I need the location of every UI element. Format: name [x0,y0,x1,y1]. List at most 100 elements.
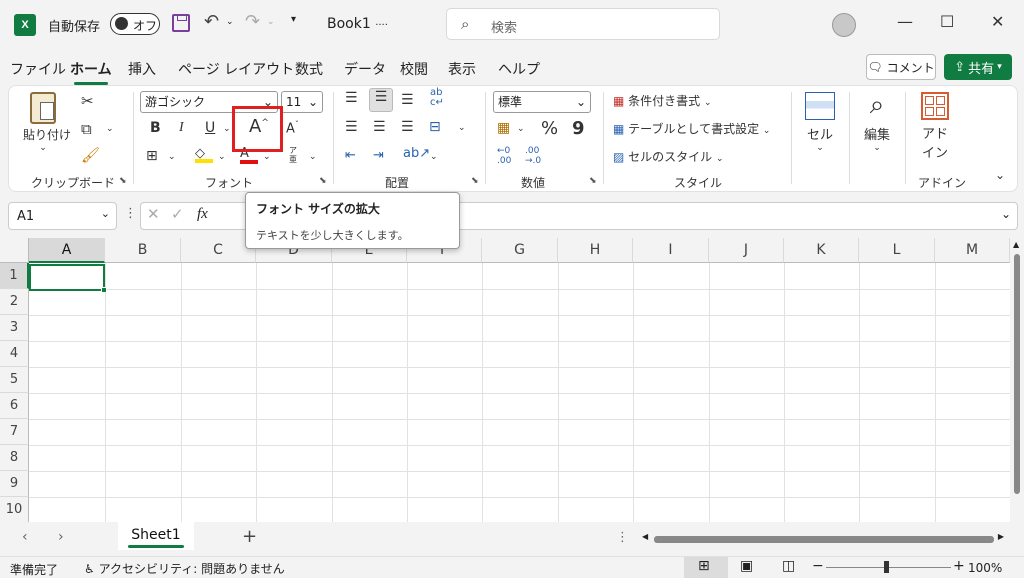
tab-file[interactable]: ファイル [10,59,66,79]
orientation-icon[interactable]: ab↗ [403,146,430,161]
undo-icon[interactable]: ↶ [204,11,219,32]
column-header[interactable]: A [29,238,105,263]
tab-insert[interactable]: 挿入 [128,59,156,79]
more-options-icon[interactable]: ⋮ [616,530,629,545]
underline-dropdown-icon[interactable]: ⌄ [223,124,231,134]
zoom-out-icon[interactable]: − [812,558,824,574]
more-options-icon[interactable]: ⋮ [124,206,137,221]
minimize-button[interactable]: — [897,12,913,31]
column-header[interactable]: M [935,238,1010,263]
alignment-launcher-icon[interactable]: ⬊ [471,176,479,186]
font-size-select[interactable]: 11 ⌄ [281,91,323,113]
tab-view[interactable]: 表示 [448,59,476,79]
paste-button[interactable]: 貼り付け ⌄ [23,92,71,153]
align-middle-icon[interactable]: ☰ [369,88,393,112]
decrease-decimal-icon[interactable]: .00 →.0 [525,146,541,166]
cell-styles-button[interactable]: ▨ セルのスタイル ⌄ [613,148,724,165]
normal-view-button[interactable]: ⊞ [684,557,728,578]
orientation-dropdown-icon[interactable]: ⌄ [430,152,438,162]
percent-button[interactable]: % [541,118,558,139]
vertical-scrollbar[interactable]: ▲ [1010,238,1024,522]
undo-dropdown-icon[interactable]: ⌄ [226,17,234,27]
enter-icon[interactable]: ✓ [171,205,184,223]
page-layout-view-icon[interactable]: ▣ [740,558,753,574]
tab-home[interactable]: ホーム [70,59,112,85]
clipboard-launcher-icon[interactable]: ⬊ [119,176,127,186]
column-header[interactable]: K [784,238,859,263]
align-bottom-icon[interactable]: ☰ [401,92,414,108]
customize-qat-icon[interactable]: ▾ [291,14,296,25]
phonetic-dropdown-icon[interactable]: ⌄ [309,152,317,162]
borders-icon[interactable]: ⊞ [146,148,158,164]
currency-dropdown-icon[interactable]: ⌄ [517,124,525,134]
column-header[interactable]: L [859,238,935,263]
autosave-toggle[interactable]: オフ [110,13,160,35]
scroll-left-icon[interactable]: ◀ [642,532,648,541]
row-header[interactable]: 7 [0,419,29,445]
row-header[interactable]: 10 [0,497,29,522]
row-header[interactable]: 2 [0,289,29,315]
zoom-in-icon[interactable]: + [953,558,965,574]
comments-button[interactable]: 🗨 コメント [866,54,936,80]
align-right-icon[interactable]: ☰ [401,119,414,135]
user-avatar[interactable] [832,13,856,37]
editing-button[interactable]: ⌕ 編集 ⌄ [859,90,895,153]
tab-review[interactable]: 校閲 [400,59,428,79]
select-all-corner[interactable] [0,238,29,263]
align-left-icon[interactable]: ☰ [345,119,358,135]
bold-button[interactable]: B [150,120,161,136]
fill-handle[interactable] [101,287,107,293]
cancel-icon[interactable]: ✕ [147,205,160,223]
font-launcher-icon[interactable]: ⬊ [319,176,327,186]
search-box[interactable]: ⌕ 検索 [446,8,720,40]
borders-dropdown-icon[interactable]: ⌄ [168,152,176,162]
decrease-indent-icon[interactable]: ⇤ [345,148,356,163]
cut-icon[interactable]: ✂ [81,92,94,110]
tab-help[interactable]: ヘルプ [498,59,540,79]
row-header[interactable]: 9 [0,471,29,497]
next-sheet-icon[interactable]: › [58,529,64,545]
format-painter-icon[interactable]: 🖌 [81,146,100,164]
font-color-dropdown-icon[interactable]: ⌄ [263,152,271,162]
tab-page-layout[interactable]: ページ レイアウト [178,59,294,79]
maximize-button[interactable]: ☐ [940,12,954,31]
horizontal-scrollbar[interactable]: ◀ ▶ [640,532,1006,546]
decrease-font-size-button[interactable]: Aˇ [286,120,299,136]
row-header[interactable]: 5 [0,367,29,393]
cells-button[interactable]: セル ⌄ [801,92,839,153]
increase-decimal-icon[interactable]: ←0.00 [497,146,511,166]
column-header[interactable]: H [558,238,633,263]
prev-sheet-icon[interactable]: ‹ [22,529,28,545]
merge-dropdown-icon[interactable]: ⌄ [458,123,466,133]
align-center-icon[interactable]: ☰ [373,119,386,135]
scroll-up-icon[interactable]: ▲ [1013,240,1019,249]
column-header[interactable]: J [709,238,784,263]
function-icon[interactable]: fx [197,206,208,223]
fill-color-icon[interactable]: ◇ [195,146,213,163]
copy-icon[interactable]: ⧉ [81,120,92,138]
close-button[interactable]: ✕ [991,12,1004,31]
phonetic-guide-icon[interactable]: ア亜 [289,146,297,164]
column-header[interactable]: I [633,238,709,263]
comma-style-button[interactable]: 9 [572,118,585,139]
zoom-slider-thumb[interactable] [884,561,889,573]
row-header[interactable]: 1 [0,263,29,289]
number-launcher-icon[interactable]: ⬊ [589,176,597,186]
copy-dropdown-icon[interactable]: ⌄ [106,124,114,134]
addins-button[interactable]: アド イン [915,92,955,161]
number-format-select[interactable]: 標準 ⌄ [493,91,591,113]
tab-data[interactable]: データ [344,59,386,79]
scroll-right-icon[interactable]: ▶ [998,532,1004,541]
worksheet-grid[interactable]: A B C D E F G H I J K L M 1 2 3 4 5 6 7 … [0,238,1010,522]
share-button[interactable]: ⇪ 共有 ▾ [944,54,1012,80]
row-header[interactable]: 8 [0,445,29,471]
row-header[interactable]: 6 [0,393,29,419]
accessibility-status[interactable]: ♿ アクセシビリティ: 問題ありません [84,560,285,577]
fill-color-dropdown-icon[interactable]: ⌄ [218,152,226,162]
active-cell[interactable] [29,264,107,293]
zoom-level[interactable]: 100% [968,561,1002,575]
redo-icon[interactable]: ↷ [245,11,260,32]
wrap-text-icon[interactable]: ab c↵ [430,88,444,108]
column-header[interactable]: B [105,238,181,263]
underline-button[interactable]: U [205,120,215,136]
